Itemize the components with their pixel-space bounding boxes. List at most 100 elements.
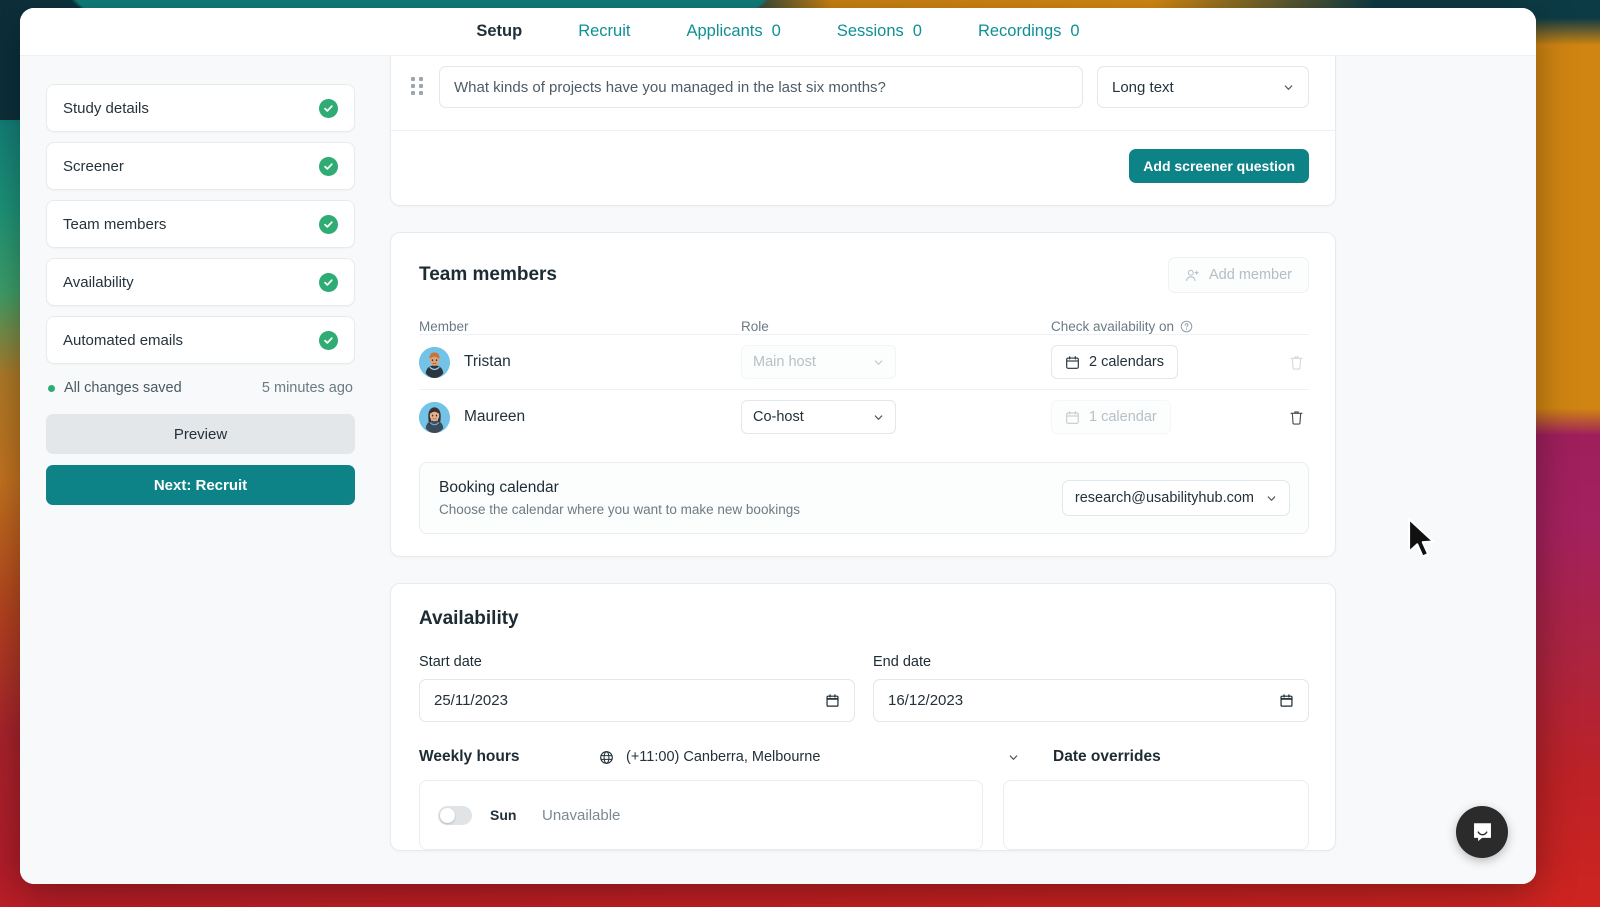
- chevron-down-icon: [873, 357, 884, 368]
- delete-member-button[interactable]: [1284, 350, 1309, 375]
- calendar-icon: [1065, 410, 1080, 425]
- sidebar-item-label: Automated emails: [63, 332, 319, 349]
- date-overrides-panel[interactable]: [1003, 780, 1309, 850]
- tab-recruit-label: Recruit: [578, 22, 630, 41]
- start-date-field: Start date 25/11/2023: [419, 654, 855, 722]
- booking-calendar-row: Booking calendar Choose the calendar whe…: [419, 462, 1309, 534]
- avatar: [419, 347, 450, 378]
- date-range-row: Start date 25/11/2023: [419, 654, 1309, 722]
- team-members-header: Team members Add member: [419, 257, 1309, 293]
- member-name: Maureen: [464, 408, 525, 426]
- start-date-input[interactable]: 25/11/2023: [419, 679, 855, 722]
- sidebar-item-availability[interactable]: Availability: [46, 258, 355, 306]
- avatar: [419, 402, 450, 433]
- availability-title: Availability: [419, 608, 1309, 630]
- check-circle-icon: [319, 215, 338, 234]
- member-role-select: Main host: [741, 345, 896, 379]
- save-timestamp: 5 minutes ago: [262, 380, 353, 396]
- member-calendars-button: 1 calendar: [1051, 400, 1171, 434]
- sidebar-item-study-details[interactable]: Study details: [46, 84, 355, 132]
- end-date-value: 16/12/2023: [888, 692, 963, 709]
- team-members-card: Team members Add member Member: [390, 232, 1336, 557]
- member-role-select[interactable]: Co-host: [741, 400, 896, 434]
- member-calendars-button[interactable]: 2 calendars: [1051, 345, 1178, 379]
- calendar-icon[interactable]: [1279, 693, 1294, 708]
- booking-calendar-subtitle: Choose the calendar where you want to ma…: [439, 502, 800, 517]
- sidebar-item-label: Team members: [63, 216, 319, 233]
- start-date-value: 25/11/2023: [434, 692, 508, 709]
- tab-sessions[interactable]: Sessions 0: [809, 22, 950, 41]
- chat-launcher-button[interactable]: [1456, 806, 1508, 858]
- member-role-value: Main host: [753, 354, 816, 370]
- column-header-availability: Check availability on: [1051, 319, 1174, 334]
- screener-question-type-select[interactable]: Long text: [1097, 66, 1309, 108]
- day-toggle-sun[interactable]: [438, 806, 472, 825]
- trash-icon: [1288, 409, 1305, 426]
- preview-button[interactable]: Preview: [46, 414, 355, 454]
- weekly-hours-label: Weekly hours: [419, 748, 599, 766]
- tab-sessions-label: Sessions: [837, 22, 904, 41]
- day-name: Sun: [490, 807, 524, 823]
- booking-calendar-select[interactable]: research@usabilityhub.com: [1062, 480, 1290, 516]
- tab-recordings-count: 0: [1070, 22, 1079, 41]
- member-role-value: Co-host: [753, 409, 804, 425]
- delete-member-button[interactable]: [1284, 405, 1309, 430]
- check-circle-icon: [319, 157, 338, 176]
- tab-recordings-label: Recordings: [978, 22, 1061, 41]
- timezone-select[interactable]: (+11:00) Canberra, Melbourne: [599, 749, 1019, 765]
- chat-bubble-icon: [1470, 820, 1495, 845]
- weekly-hours-list: Sun Unavailable: [419, 780, 983, 850]
- add-member-label: Add member: [1209, 267, 1292, 283]
- chevron-down-icon: [1266, 493, 1277, 504]
- save-status-dot-icon: [48, 385, 55, 392]
- calendar-icon: [1065, 355, 1080, 370]
- member-calendars-label: 2 calendars: [1089, 354, 1164, 370]
- team-members-title: Team members: [419, 264, 557, 286]
- page-body: Study details Screener Team members Avai…: [20, 56, 1536, 884]
- sidebar-item-label: Study details: [63, 100, 319, 117]
- globe-icon: [599, 750, 614, 765]
- end-date-field: End date 16/12/2023: [873, 654, 1309, 722]
- timezone-value: (+11:00) Canberra, Melbourne: [626, 749, 820, 765]
- end-date-label: End date: [873, 654, 1309, 670]
- date-overrides-label: Date overrides: [1053, 748, 1161, 766]
- tab-setup[interactable]: Setup: [448, 22, 550, 41]
- tab-recruit[interactable]: Recruit: [550, 22, 658, 41]
- start-date-label: Start date: [419, 654, 855, 670]
- chevron-down-icon: [1283, 82, 1294, 93]
- help-circle-icon[interactable]: [1180, 320, 1193, 333]
- app-window: Setup Recruit Applicants 0 Sessions 0 Re…: [20, 8, 1536, 884]
- add-member-button[interactable]: Add member: [1168, 257, 1309, 293]
- next-recruit-button[interactable]: Next: Recruit: [46, 465, 355, 505]
- save-status-text: All changes saved: [64, 380, 182, 396]
- weekly-hours-body: Sun Unavailable: [419, 780, 1309, 850]
- sidebar-item-screener[interactable]: Screener: [46, 142, 355, 190]
- table-row: Tristan Main host: [419, 334, 1309, 389]
- person-add-icon: [1185, 268, 1200, 283]
- table-row: Maureen Co-host: [419, 389, 1309, 444]
- calendar-icon[interactable]: [825, 693, 840, 708]
- tab-applicants[interactable]: Applicants 0: [658, 22, 808, 41]
- column-header-role: Role: [741, 319, 769, 334]
- screener-card: Question What kinds of projects have you…: [390, 56, 1336, 206]
- study-tab-bar: Setup Recruit Applicants 0 Sessions 0 Re…: [20, 8, 1536, 56]
- add-screener-question-button[interactable]: Add screener question: [1129, 149, 1309, 183]
- chevron-down-icon: [1008, 752, 1019, 763]
- sidebar-item-automated-emails[interactable]: Automated emails: [46, 316, 355, 364]
- trash-icon: [1288, 354, 1305, 371]
- tab-recordings[interactable]: Recordings 0: [950, 22, 1108, 41]
- sidebar-item-label: Availability: [63, 274, 319, 291]
- drag-handle-icon[interactable]: [411, 77, 425, 97]
- setup-sidebar: Study details Screener Team members Avai…: [20, 56, 380, 884]
- screener-question-input[interactable]: What kinds of projects have you managed …: [439, 66, 1083, 108]
- save-status-row: All changes saved 5 minutes ago: [48, 380, 353, 396]
- tab-setup-label: Setup: [476, 22, 522, 41]
- member-name: Tristan: [464, 353, 511, 371]
- availability-card: Availability Start date 25/11/2023: [390, 583, 1336, 851]
- setup-main-column: Question What kinds of projects have you…: [380, 56, 1536, 884]
- booking-calendar-value: research@usabilityhub.com: [1075, 490, 1254, 506]
- member-calendars-label: 1 calendar: [1089, 409, 1157, 425]
- sidebar-item-team-members[interactable]: Team members: [46, 200, 355, 248]
- weekly-hours-header-row: Weekly hours (+11:00) Canberra, Melbourn…: [419, 748, 1309, 766]
- end-date-input[interactable]: 16/12/2023: [873, 679, 1309, 722]
